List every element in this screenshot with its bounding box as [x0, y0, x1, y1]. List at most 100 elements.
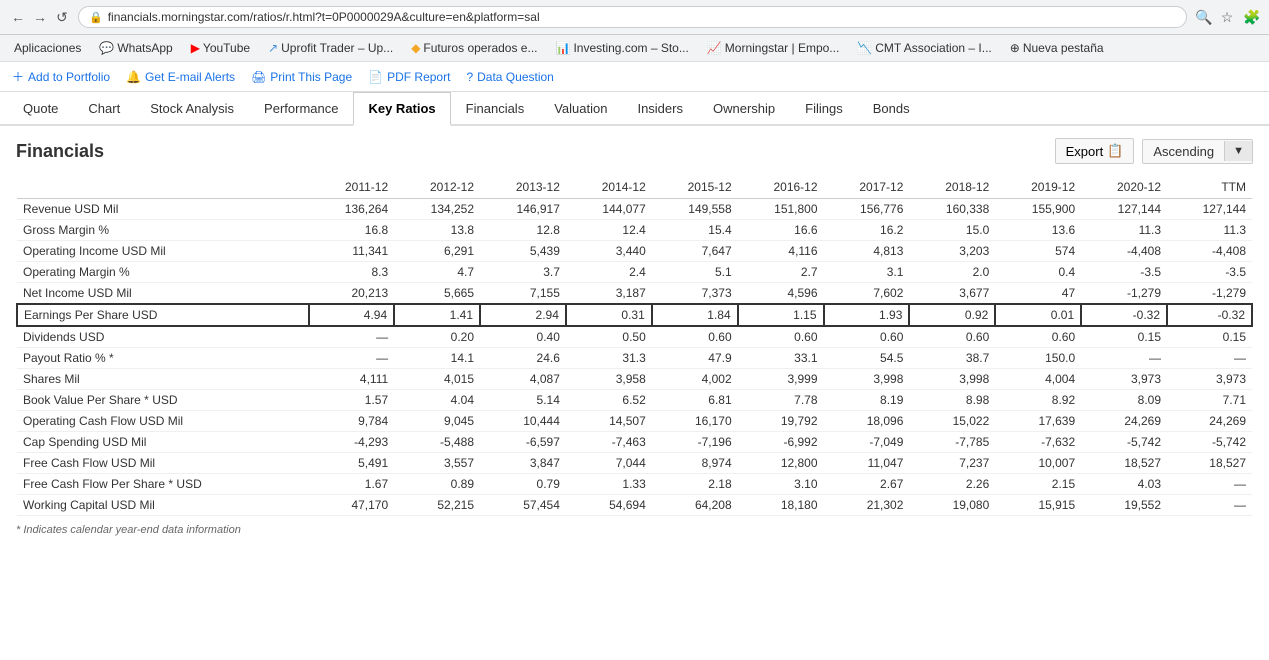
cell-shares-2: 4,087: [480, 369, 566, 390]
sort-label: Ascending: [1143, 140, 1224, 163]
col-2020: 2020-12: [1081, 176, 1167, 199]
cmt-icon: 📉: [857, 41, 872, 55]
bookmark-youtube[interactable]: ▶ YouTube: [185, 39, 256, 57]
tab-financials[interactable]: Financials: [451, 92, 540, 124]
cell-revenue-5: 151,800: [738, 199, 824, 220]
cell-operating_margin-1: 4.7: [394, 262, 480, 283]
address-bar[interactable]: 🔒 financials.morningstar.com/ratios/r.ht…: [78, 6, 1187, 28]
cell-payout_ratio-3: 31.3: [566, 348, 652, 369]
export-button[interactable]: Export 📋: [1055, 138, 1135, 164]
tab-chart[interactable]: Chart: [73, 92, 135, 124]
cell-shares-10: 3,973: [1167, 369, 1252, 390]
row-label-working_capital: Working Capital USD Mil: [17, 495, 309, 516]
bookmark-aplicaciones[interactable]: Aplicaciones: [8, 39, 87, 57]
pdf-report-button[interactable]: 📄 PDF Report: [368, 70, 450, 84]
tab-performance[interactable]: Performance: [249, 92, 353, 124]
cell-gross_margin-6: 16.2: [824, 220, 910, 241]
cell-working_capital-3: 54,694: [566, 495, 652, 516]
back-button[interactable]: ←: [10, 9, 26, 25]
print-icon: 🖨: [251, 70, 266, 84]
tab-bonds[interactable]: Bonds: [858, 92, 925, 124]
cell-working_capital-6: 21,302: [824, 495, 910, 516]
cell-free_cash_flow-10: 18,527: [1167, 453, 1252, 474]
reload-button[interactable]: ↺: [54, 9, 70, 25]
email-alerts-button[interactable]: 🔔 Get E-mail Alerts: [126, 70, 235, 84]
col-2016: 2016-12: [738, 176, 824, 199]
bookmark-label: Investing.com – Sto...: [573, 41, 688, 55]
cell-payout_ratio-1: 14.1: [394, 348, 480, 369]
cell-gross_margin-9: 11.3: [1081, 220, 1167, 241]
tab-key-ratios[interactable]: Key Ratios: [353, 92, 450, 126]
cell-shares-8: 4,004: [995, 369, 1081, 390]
cell-eps-9: -0.32: [1081, 304, 1167, 326]
cell-eps-7: 0.92: [909, 304, 995, 326]
cell-working_capital-10: —: [1167, 495, 1252, 516]
table-row: Cap Spending USD Mil-4,293-5,488-6,597-7…: [17, 432, 1252, 453]
cell-payout_ratio-9: —: [1081, 348, 1167, 369]
cell-working_capital-1: 52,215: [394, 495, 480, 516]
row-label-cap_spending: Cap Spending USD Mil: [17, 432, 309, 453]
tab-filings[interactable]: Filings: [790, 92, 858, 124]
cell-operating_income-3: 3,440: [566, 241, 652, 262]
cell-book_value-8: 8.92: [995, 390, 1081, 411]
sort-select[interactable]: Ascending ▼: [1142, 139, 1253, 164]
bookmark-label: Nueva pestaña: [1023, 41, 1104, 55]
cell-operating_cash_flow-2: 10,444: [480, 411, 566, 432]
url-text: financials.morningstar.com/ratios/r.html…: [108, 10, 540, 24]
forward-button[interactable]: →: [32, 9, 48, 25]
cell-gross_margin-2: 12.8: [480, 220, 566, 241]
print-page-button[interactable]: 🖨 Print This Page: [251, 70, 352, 84]
portfolio-icon: ＋: [12, 68, 24, 85]
search-icon[interactable]: 🔍: [1195, 9, 1211, 25]
cell-cap_spending-4: -7,196: [652, 432, 738, 453]
cell-revenue-0: 136,264: [309, 199, 394, 220]
cell-book_value-6: 8.19: [824, 390, 910, 411]
bookmark-morningstar[interactable]: 📈 Morningstar | Empo...: [701, 39, 845, 57]
cell-operating_cash_flow-10: 24,269: [1167, 411, 1252, 432]
bookmark-cmt[interactable]: 📉 CMT Association – I...: [851, 39, 997, 57]
cell-book_value-10: 7.71: [1167, 390, 1252, 411]
cell-dividends-7: 0.60: [909, 326, 995, 348]
cell-eps-3: 0.31: [566, 304, 652, 326]
row-label-free_cash_flow: Free Cash Flow USD Mil: [17, 453, 309, 474]
row-label-net_income: Net Income USD Mil: [17, 283, 309, 305]
cell-eps-5: 1.15: [738, 304, 824, 326]
cell-operating_income-10: -4,408: [1167, 241, 1252, 262]
financial-table: 2011-12 2012-12 2013-12 2014-12 2015-12 …: [16, 176, 1253, 516]
tab-insiders[interactable]: Insiders: [622, 92, 698, 124]
cell-payout_ratio-5: 33.1: [738, 348, 824, 369]
cell-operating_margin-6: 3.1: [824, 262, 910, 283]
cell-free_cash_flow_per_share-8: 2.15: [995, 474, 1081, 495]
sort-dropdown-arrow[interactable]: ▼: [1224, 141, 1252, 161]
data-question-button[interactable]: ? Data Question: [466, 70, 553, 84]
table-row: Book Value Per Share * USD1.574.045.146.…: [17, 390, 1252, 411]
cell-operating_margin-7: 2.0: [909, 262, 995, 283]
cell-net_income-5: 4,596: [738, 283, 824, 305]
tab-valuation[interactable]: Valuation: [539, 92, 622, 124]
cell-net_income-0: 20,213: [309, 283, 394, 305]
tab-quote[interactable]: Quote: [8, 92, 73, 124]
bookmark-whatsapp[interactable]: 💬 WhatsApp: [93, 39, 178, 57]
cell-shares-6: 3,998: [824, 369, 910, 390]
bookmark-nueva-pestana[interactable]: ⊕ Nueva pestaña: [1004, 39, 1110, 57]
bookmarks-bar: Aplicaciones 💬 WhatsApp ▶ YouTube ↗ Upro…: [0, 35, 1269, 62]
extensions-icon[interactable]: 🧩: [1243, 9, 1259, 25]
cell-shares-9: 3,973: [1081, 369, 1167, 390]
cell-operating_income-7: 3,203: [909, 241, 995, 262]
cell-payout_ratio-2: 24.6: [480, 348, 566, 369]
footnote: * Indicates calendar year-end data infor…: [16, 524, 1253, 536]
tab-ownership[interactable]: Ownership: [698, 92, 790, 124]
cell-net_income-1: 5,665: [394, 283, 480, 305]
table-row: Free Cash Flow USD Mil5,4913,5573,8477,0…: [17, 453, 1252, 474]
bookmark-icon[interactable]: ☆: [1219, 9, 1235, 25]
cell-eps-4: 1.84: [652, 304, 738, 326]
cell-gross_margin-10: 11.3: [1167, 220, 1252, 241]
bookmark-futuros[interactable]: ◆ Futuros operados e...: [405, 39, 543, 57]
col-2018: 2018-12: [909, 176, 995, 199]
bookmark-uprofit[interactable]: ↗ Uprofit Trader – Up...: [262, 39, 399, 57]
bookmark-investing[interactable]: 📊 Investing.com – Sto...: [550, 39, 695, 57]
uprofit-icon: ↗: [268, 41, 278, 55]
add-portfolio-button[interactable]: ＋ Add to Portfolio: [12, 68, 110, 85]
tab-stock-analysis[interactable]: Stock Analysis: [135, 92, 249, 124]
cell-operating_cash_flow-6: 18,096: [824, 411, 910, 432]
